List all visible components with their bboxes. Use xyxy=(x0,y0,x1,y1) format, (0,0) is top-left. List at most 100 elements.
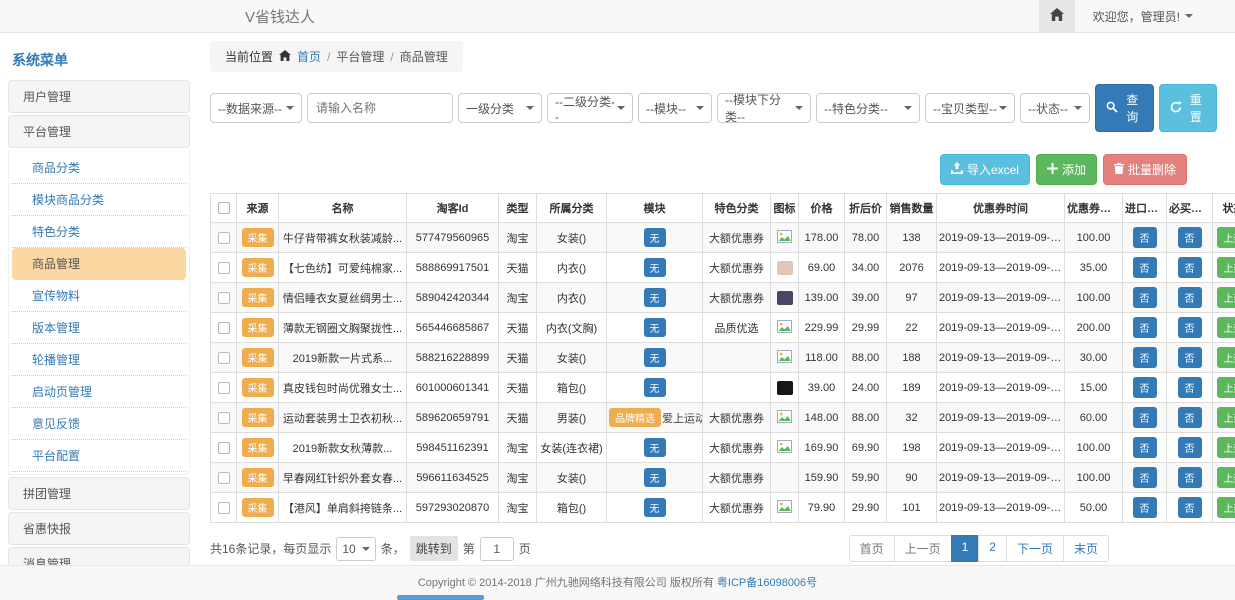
status-toggle[interactable]: 上架 xyxy=(1217,497,1235,518)
sidebar-item-10[interactable]: 意见反馈 xyxy=(12,408,186,440)
import-optional-toggle[interactable]: 否 xyxy=(1133,227,1157,248)
feature-category: 大额优惠券 xyxy=(703,283,771,313)
module-select[interactable]: --模块-- xyxy=(638,93,712,123)
import-excel-button[interactable]: 导入excel xyxy=(940,154,1030,185)
status-toggle[interactable]: 上架 xyxy=(1217,407,1235,428)
pagination-bar: 共16条记录，每页显示 10 条， 跳转到 第 页 首页上一页12下一页末页 xyxy=(210,535,1217,562)
jump-page-input[interactable] xyxy=(480,537,514,561)
sidebar-item-12[interactable]: 拼团管理 xyxy=(8,477,190,510)
status-select[interactable]: --状态-- xyxy=(1020,93,1090,123)
home-icon xyxy=(279,50,291,64)
status-toggle[interactable]: 上架 xyxy=(1217,347,1235,368)
row-checkbox[interactable] xyxy=(218,232,230,244)
sidebar-item-6[interactable]: 宣传物料 xyxy=(12,280,186,312)
status-toggle[interactable]: 上架 xyxy=(1217,227,1235,248)
sidebar-item-5[interactable]: 商品管理 xyxy=(12,248,186,280)
row-checkbox[interactable] xyxy=(218,382,230,394)
sidebar-item-8[interactable]: 轮播管理 xyxy=(12,344,186,376)
sidebar-item-4[interactable]: 特色分类 xyxy=(12,216,186,248)
row-checkbox[interactable] xyxy=(218,502,230,514)
import-optional-toggle[interactable]: 否 xyxy=(1133,257,1157,278)
name-input[interactable] xyxy=(307,93,453,123)
import-optional-toggle[interactable]: 否 xyxy=(1133,437,1157,458)
column-header: 必买清单 xyxy=(1167,194,1213,223)
module-sub-category-select[interactable]: --模块下分类-- xyxy=(717,93,811,123)
source-badge: 采集 xyxy=(242,408,274,427)
status-toggle[interactable]: 上架 xyxy=(1217,287,1235,308)
jump-button[interactable]: 跳转到 xyxy=(410,536,458,561)
status-toggle[interactable]: 上架 xyxy=(1217,467,1235,488)
discount-price: 24.00 xyxy=(845,373,887,403)
import-optional-toggle[interactable]: 否 xyxy=(1133,317,1157,338)
source-badge: 采集 xyxy=(242,318,274,337)
must-buy-toggle[interactable]: 否 xyxy=(1178,317,1202,338)
copyright-text: Copyright © 2014-2018 广州九驰网络科技有限公司 版权所有 xyxy=(418,577,714,589)
status-toggle[interactable]: 上架 xyxy=(1217,437,1235,458)
status-toggle[interactable]: 上架 xyxy=(1217,317,1235,338)
sidebar-item-3[interactable]: 模块商品分类 xyxy=(12,184,186,216)
home-button[interactable] xyxy=(1039,0,1075,32)
search-button[interactable]: 查询 xyxy=(1095,84,1154,132)
import-optional-toggle[interactable]: 否 xyxy=(1133,407,1157,428)
must-buy-toggle[interactable]: 否 xyxy=(1178,257,1202,278)
import-optional-toggle[interactable]: 否 xyxy=(1133,377,1157,398)
sidebar-item-7[interactable]: 版本管理 xyxy=(12,312,186,344)
sidebar-item-9[interactable]: 启动页管理 xyxy=(12,376,186,408)
breadcrumb-home-link[interactable]: 首页 xyxy=(297,48,321,65)
row-checkbox[interactable] xyxy=(218,352,230,364)
sidebar-item-13[interactable]: 省惠快报 xyxy=(8,512,190,545)
reset-button[interactable]: 重置 xyxy=(1159,84,1218,132)
row-checkbox[interactable] xyxy=(218,412,230,424)
user-menu[interactable]: 欢迎您，管理员! xyxy=(1075,8,1235,25)
product-type: 天猫 xyxy=(499,403,537,433)
row-checkbox[interactable] xyxy=(218,292,230,304)
batch-delete-button[interactable]: 批量删除 xyxy=(1103,154,1187,185)
must-buy-toggle[interactable]: 否 xyxy=(1178,287,1202,308)
add-button[interactable]: 添加 xyxy=(1036,154,1097,185)
row-checkbox[interactable] xyxy=(218,322,230,334)
import-optional-toggle[interactable]: 否 xyxy=(1133,287,1157,308)
per-page-select[interactable]: 10 xyxy=(336,537,375,561)
status-toggle[interactable]: 上架 xyxy=(1217,257,1235,278)
price: 178.00 xyxy=(799,223,845,253)
trash-icon xyxy=(1114,163,1124,177)
must-buy-toggle[interactable]: 否 xyxy=(1178,347,1202,368)
import-optional-toggle[interactable]: 否 xyxy=(1133,467,1157,488)
row-checkbox[interactable] xyxy=(218,262,230,274)
sidebar-item-2[interactable]: 商品分类 xyxy=(12,152,186,184)
horizontal-scrollbar-thumb[interactable] xyxy=(397,595,484,600)
import-optional-toggle[interactable]: 否 xyxy=(1133,347,1157,368)
row-checkbox[interactable] xyxy=(218,472,230,484)
search-icon xyxy=(1106,101,1118,116)
row-checkbox[interactable] xyxy=(218,442,230,454)
sidebar-item-0[interactable]: 用户管理 xyxy=(8,80,190,113)
level2-category-select[interactable]: --二级分类-- xyxy=(547,93,633,123)
data-source-select[interactable]: --数据来源-- xyxy=(210,93,302,123)
app-title: V省钱达人 xyxy=(245,6,315,27)
page-button-下一页[interactable]: 下一页 xyxy=(1006,535,1064,562)
must-buy-toggle[interactable]: 否 xyxy=(1178,377,1202,398)
must-buy-toggle[interactable]: 否 xyxy=(1178,407,1202,428)
sidebar-item-1[interactable]: 平台管理 xyxy=(8,115,190,148)
must-buy-toggle[interactable]: 否 xyxy=(1178,227,1202,248)
taoke-id: 601000601341 xyxy=(407,373,499,403)
page-button-首页[interactable]: 首页 xyxy=(849,535,895,562)
status-toggle[interactable]: 上架 xyxy=(1217,377,1235,398)
sidebar-item-11[interactable]: 平台配置 xyxy=(12,440,186,472)
level1-category-select[interactable]: 一级分类 xyxy=(458,93,542,123)
module-cell: 无 xyxy=(607,493,703,523)
must-buy-toggle[interactable]: 否 xyxy=(1178,497,1202,518)
select-all-checkbox[interactable] xyxy=(218,202,230,214)
icp-link[interactable]: 粤ICP备16098006号 xyxy=(717,577,817,589)
item-type-select[interactable]: --宝贝类型-- xyxy=(925,93,1015,123)
page-button-末页[interactable]: 末页 xyxy=(1063,535,1109,562)
must-buy-toggle[interactable]: 否 xyxy=(1178,437,1202,458)
breadcrumb-separator: / xyxy=(327,50,330,64)
must-buy-toggle[interactable]: 否 xyxy=(1178,467,1202,488)
page-button-1[interactable]: 1 xyxy=(951,535,980,562)
import-optional-toggle[interactable]: 否 xyxy=(1133,497,1157,518)
page-button-上一页[interactable]: 上一页 xyxy=(894,535,952,562)
feature-category-select[interactable]: --特色分类-- xyxy=(816,93,920,123)
page-button-2[interactable]: 2 xyxy=(978,535,1007,562)
product-type: 天猫 xyxy=(499,253,537,283)
